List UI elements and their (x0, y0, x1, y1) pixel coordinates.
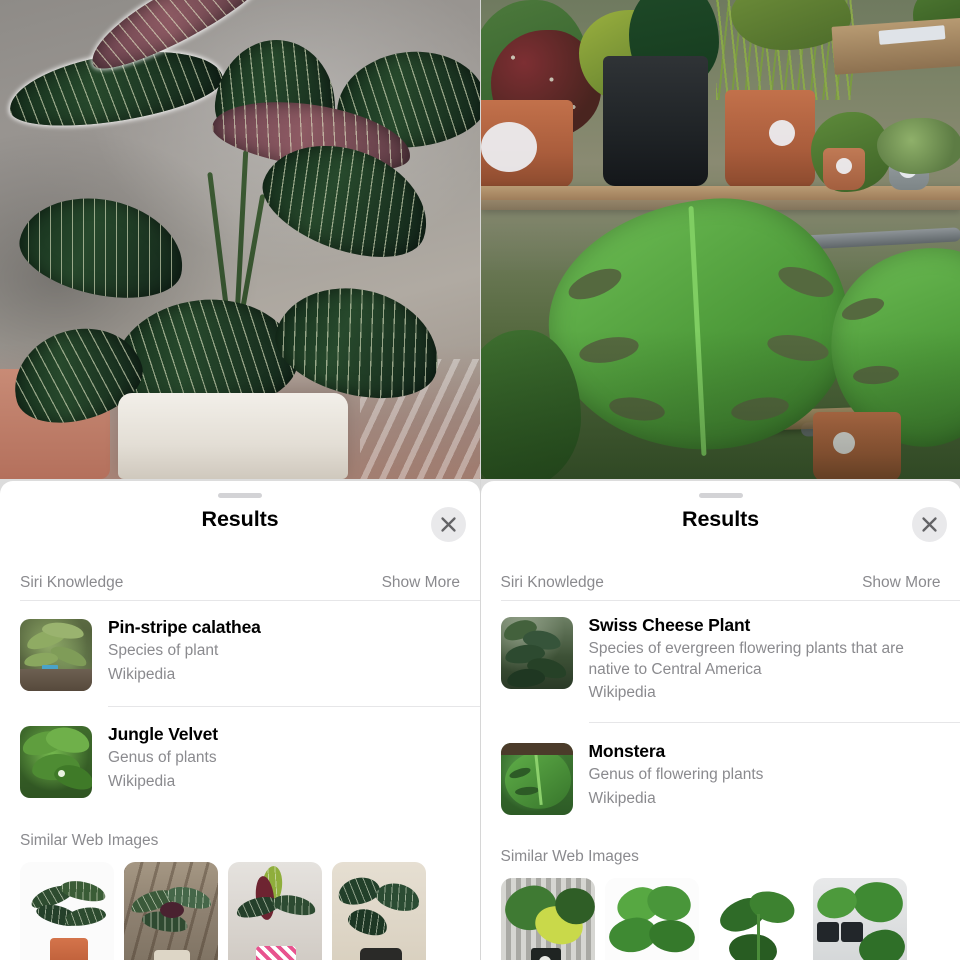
sheet-grabber[interactable] (218, 493, 262, 498)
knowledge-row[interactable]: Jungle Velvet Genus of plants Wikipedia (0, 724, 480, 804)
result-thumbnail (500, 617, 573, 689)
result-description: Species of plant (108, 642, 219, 659)
price-label (768, 120, 795, 146)
result-text: Monstera Genus of flowering plants Wikip… (589, 741, 947, 809)
thumb-leaf (270, 891, 318, 919)
similar-image-item[interactable] (124, 862, 218, 960)
section-divider (500, 600, 960, 601)
result-name: Pin-stripe calathea (108, 617, 261, 637)
thumb-leaf (62, 904, 108, 929)
white-planter (118, 393, 348, 479)
dark-pot-shape (840, 922, 863, 942)
result-name: Monstera (588, 741, 666, 761)
result-thumbnail (500, 743, 573, 815)
close-button[interactable] (431, 507, 466, 542)
result-text: Pin-stripe calathea Species of plant Wik… (108, 617, 466, 685)
monstera-foliage (813, 883, 860, 923)
sheet-grabber[interactable] (698, 493, 743, 498)
panel-left: Results Siri Knowledge Show More Pin-str… (0, 0, 480, 960)
close-icon (921, 517, 937, 532)
knowledge-row[interactable]: Swiss Cheese Plant Species of evergreen … (481, 615, 960, 709)
result-text: Swiss Cheese Plant Species of evergreen … (589, 615, 947, 703)
result-source: Wikipedia (108, 665, 176, 683)
thumb-leaf (345, 904, 391, 940)
section-divider (20, 600, 480, 601)
result-source: Wikipedia (588, 789, 656, 807)
row-divider (108, 706, 480, 707)
photo-plant-shop[interactable] (480, 0, 960, 479)
thumb-highlight (58, 770, 65, 777)
similar-image-item[interactable] (812, 878, 907, 960)
row-divider (588, 722, 960, 723)
monstera-foliage (642, 880, 695, 926)
result-source: Wikipedia (108, 772, 176, 790)
monstera-foliage (646, 916, 697, 956)
photo-calathea[interactable] (0, 0, 480, 479)
similar-image-item[interactable] (500, 878, 595, 960)
result-name: Jungle Velvet (108, 724, 218, 744)
monstera-foliage (726, 931, 779, 960)
sheet-title: Results (682, 507, 759, 531)
price-label (480, 122, 537, 172)
close-icon (441, 517, 456, 532)
pot-label (538, 956, 551, 960)
trailing-plant (876, 118, 960, 174)
similar-image-item[interactable] (228, 862, 322, 960)
plant-stem-shape (756, 914, 760, 960)
thumb-soil (20, 669, 92, 691)
knowledge-row[interactable]: Pin-stripe calathea Species of plant Wik… (0, 617, 480, 697)
sheet-title: Results (201, 507, 279, 531)
results-sheet-right: Results Siri Knowledge Show More Swiss C… (480, 481, 960, 960)
results-sheet-left: Results Siri Knowledge Show More Pin-str… (0, 481, 480, 960)
result-text: Jungle Velvet Genus of plants Wikipedia (108, 724, 466, 792)
result-description: Genus of plants (108, 749, 217, 766)
thumb-leaf (335, 873, 383, 909)
white-pot-shape (154, 950, 190, 960)
panel-right: Results Siri Knowledge Show More Swiss C… (479, 0, 960, 960)
result-thumbnail (20, 726, 92, 798)
pink-pot-shape (256, 946, 296, 960)
price-label (835, 158, 852, 174)
thumb-soil-top (500, 743, 573, 755)
result-description: Species of evergreen flowering plants th… (588, 640, 904, 678)
similar-image-item[interactable] (20, 862, 114, 960)
similar-image-item[interactable] (332, 862, 426, 960)
dual-screenshot-comparison: Results Siri Knowledge Show More Pin-str… (0, 0, 960, 960)
result-thumbnail (20, 619, 92, 691)
similar-image-item[interactable] (708, 878, 803, 960)
terracotta-pot-shape (50, 938, 88, 960)
thumb-leaf (58, 877, 108, 905)
show-more-button[interactable]: Show More (382, 574, 460, 592)
monstera-foliage (856, 926, 907, 960)
similar-image-item[interactable] (604, 878, 699, 960)
result-source: Wikipedia (588, 684, 656, 702)
section-label: Siri Knowledge (20, 574, 124, 591)
similar-web-images-label: Similar Web Images (500, 848, 639, 865)
similar-web-images-label: Similar Web Images (20, 832, 159, 849)
dark-center (160, 902, 184, 918)
foreground-shade (480, 330, 960, 479)
black-pot (602, 56, 708, 186)
close-button[interactable] (911, 507, 947, 542)
similar-web-images-row[interactable] (20, 862, 426, 960)
thumb-leaf (373, 879, 423, 915)
show-more-button[interactable]: Show More (862, 574, 940, 592)
section-label: Siri Knowledge (500, 574, 604, 591)
result-name: Swiss Cheese Plant (588, 615, 751, 635)
result-description: Genus of flowering plants (588, 766, 764, 783)
monstera-foliage (848, 878, 907, 927)
dark-pot-shape (360, 948, 402, 960)
dark-pot-shape (816, 922, 839, 942)
similar-web-images-row[interactable] (500, 878, 907, 960)
knowledge-row[interactable]: Monstera Genus of flowering plants Wikip… (481, 741, 960, 821)
